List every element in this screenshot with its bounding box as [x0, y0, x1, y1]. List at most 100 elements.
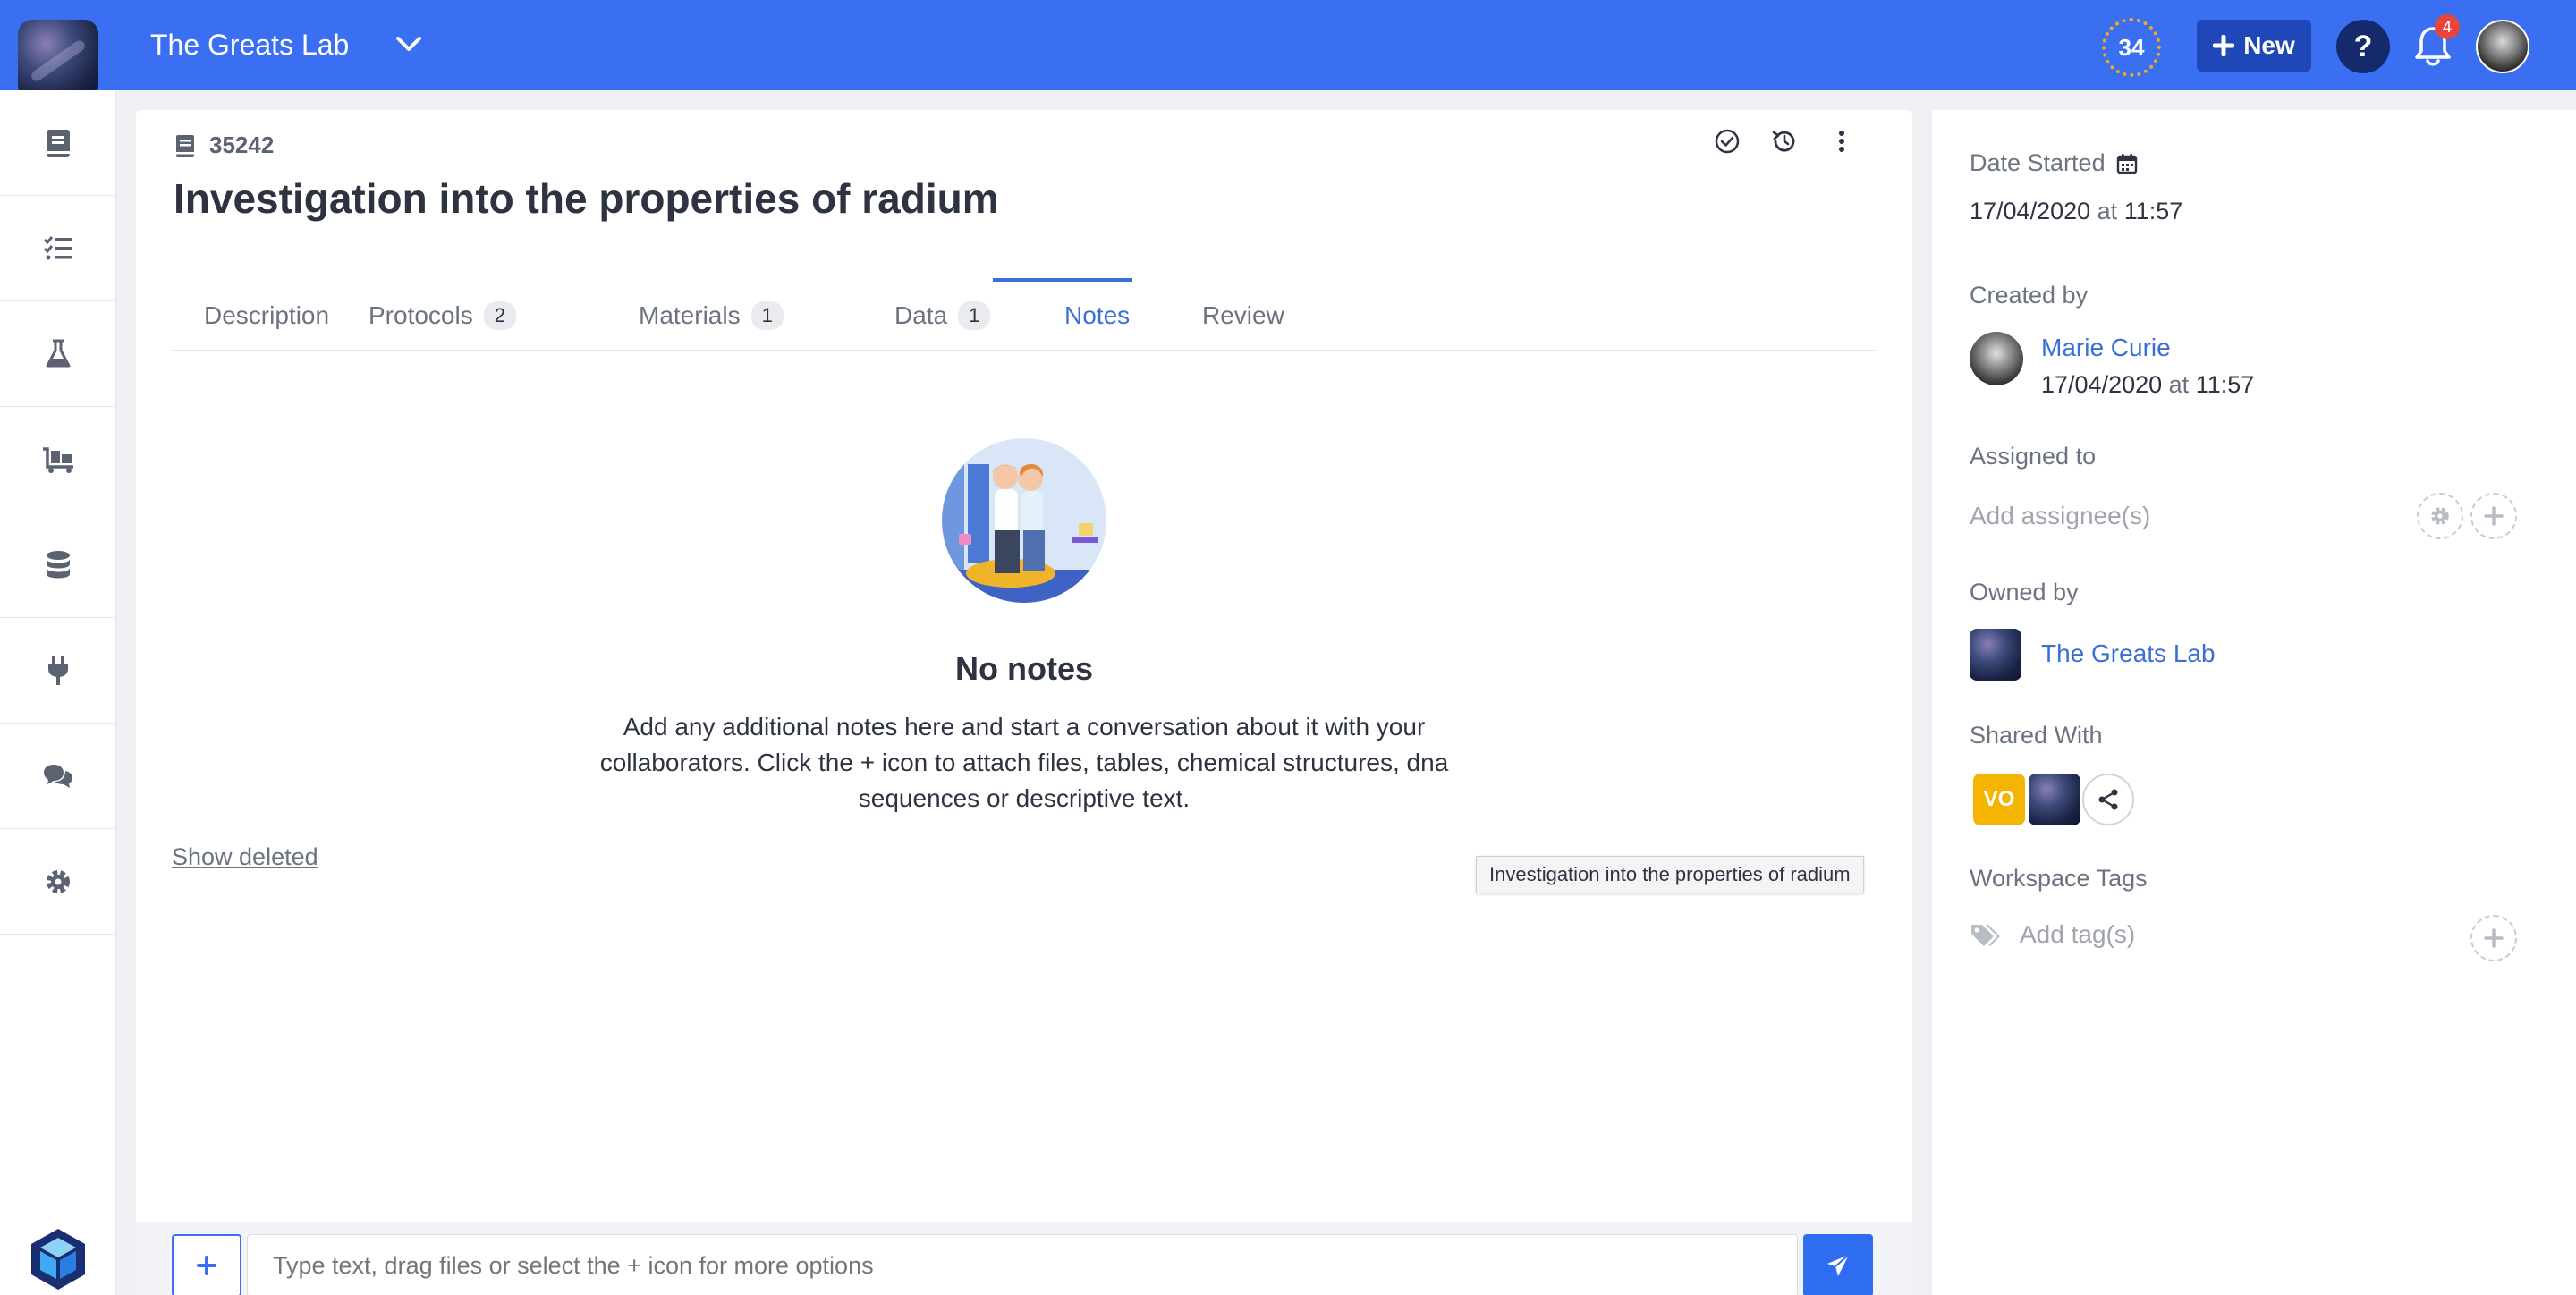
tab-label: Review [1202, 301, 1284, 329]
creator-info: Marie Curie 17/04/2020 at 11:57 [2041, 334, 2254, 399]
tab-notes[interactable]: Notes [1064, 280, 1130, 351]
tab-label: Protocols [369, 301, 473, 329]
sidebar [0, 90, 116, 1295]
date-text: 17/04/2020 [1970, 198, 2091, 224]
plus-icon [2213, 35, 2235, 56]
gear-icon [47, 869, 70, 893]
time-text: 11:57 [2195, 371, 2255, 398]
tab-protocols[interactable]: Protocols 2 [369, 280, 516, 351]
tab-data[interactable]: Data 1 [894, 280, 991, 351]
creator-name-link[interactable]: Marie Curie [2041, 334, 2254, 362]
assigned-to-label: Assigned to [1970, 443, 2097, 470]
at-text: at [2097, 198, 2118, 224]
sidebar-item-settings[interactable] [0, 829, 116, 935]
activity-counter[interactable]: 34 [2102, 18, 2161, 77]
tags-icon [1970, 922, 2000, 949]
notebook-icon [176, 134, 194, 157]
calendar-icon[interactable] [2116, 153, 2138, 174]
new-button[interactable]: New [2197, 20, 2311, 72]
shared-with-label: Shared With [1970, 722, 2103, 749]
tab-materials[interactable]: Materials 1 [639, 280, 784, 351]
creator-avatar [1970, 332, 2023, 385]
empty-notes-illustration [941, 437, 1107, 604]
label-text: Date Started [1970, 149, 2106, 176]
shared-workspace-avatar[interactable] [2029, 774, 2080, 825]
tab-count-badge: 1 [958, 301, 991, 330]
plus-icon [2484, 506, 2504, 526]
share-button[interactable] [2082, 774, 2134, 825]
owner-avatar [1970, 629, 2021, 681]
tab-label: Notes [1064, 301, 1131, 329]
top-bar [0, 0, 2576, 90]
app-logo-icon[interactable] [30, 1227, 87, 1291]
created-by-label: Created by [1970, 282, 2089, 309]
tab-label: Description [204, 301, 330, 329]
tab-label: Data [894, 301, 948, 329]
sidebar-item-database[interactable] [0, 512, 116, 618]
sidebar-item-inventory[interactable] [0, 407, 116, 512]
date-started-label: Date Started [1970, 149, 2138, 177]
entry-title: Investigation into the properties of rad… [174, 175, 999, 222]
entry-actions [1714, 128, 1855, 155]
chat-icon [44, 764, 72, 788]
notebook-icon [47, 129, 70, 157]
tab-count-badge: 2 [483, 301, 516, 330]
flask-icon [46, 339, 71, 367]
tab-review[interactable]: Review [1202, 280, 1284, 351]
entry-panel: 35242 Investigation into the properties … [136, 110, 1912, 1295]
new-button-label: New [2243, 31, 2295, 59]
workspace-name[interactable]: The Greats Lab [150, 29, 349, 62]
workspace-tags-label: Workspace Tags [1970, 865, 2148, 892]
attach-button[interactable] [172, 1234, 242, 1295]
help-button[interactable]: ? [2336, 20, 2390, 73]
note-input[interactable] [247, 1234, 1798, 1295]
sidebar-item-integrations[interactable] [0, 618, 116, 724]
plus-icon [197, 1256, 216, 1275]
date-started-value: 17/04/2020 at 11:57 [1970, 198, 2182, 225]
details-panel: Date Started 17/04/2020 at 11:57 Created… [1932, 110, 2576, 1295]
entry-id-text: 35242 [209, 131, 275, 158]
checklist-icon [43, 235, 72, 259]
tab-count-badge: 1 [750, 301, 784, 330]
sidebar-item-messages[interactable] [0, 724, 116, 829]
send-icon [1827, 1254, 1850, 1276]
title-tooltip: Investigation into the properties of rad… [1476, 856, 1864, 893]
add-assignee-button[interactable] [2470, 493, 2517, 539]
owned-by-label: Owned by [1970, 579, 2079, 605]
notification-badge: 4 [2435, 14, 2460, 39]
sidebar-item-notebook[interactable] [0, 90, 116, 196]
database-icon [47, 550, 70, 578]
date-text: 17/04/2020 [2041, 371, 2163, 398]
more-vertical-icon[interactable] [1828, 128, 1855, 155]
assignee-settings-button[interactable] [2417, 493, 2463, 539]
history-icon[interactable] [1771, 128, 1798, 155]
created-date: 17/04/2020 at 11:57 [2041, 371, 2254, 399]
plug-icon [48, 656, 68, 685]
sidebar-item-tasks[interactable] [0, 196, 116, 301]
active-tab-indicator [993, 278, 1132, 282]
chevron-down-icon[interactable] [395, 34, 422, 55]
sidebar-item-experiments[interactable] [0, 301, 116, 407]
note-composer [136, 1222, 1912, 1295]
send-button[interactable] [1803, 1234, 1873, 1295]
inventory-cart-icon [43, 446, 73, 473]
share-icon [2098, 789, 2118, 810]
check-circle-icon[interactable] [1714, 128, 1741, 155]
gear-icon [2431, 507, 2449, 525]
add-tag-placeholder[interactable]: Add tag(s) [2020, 920, 2135, 949]
user-avatar[interactable] [2476, 20, 2529, 73]
owner-name-link[interactable]: The Greats Lab [2041, 639, 2216, 668]
add-assignee-placeholder[interactable]: Add assignee(s) [1970, 502, 2150, 530]
add-tag-button[interactable] [2470, 915, 2517, 961]
workspace-logo[interactable] [18, 20, 98, 100]
entry-id: 35242 [175, 131, 274, 159]
tab-description[interactable]: Description [204, 280, 329, 351]
at-text: at [2168, 371, 2190, 398]
plus-icon [2484, 928, 2504, 948]
entry-tabs: Description Protocols 2 Materials 1 Data… [172, 280, 1877, 351]
tab-label: Materials [639, 301, 741, 329]
time-text: 11:57 [2123, 198, 2183, 224]
empty-state-title: No notes [954, 650, 1093, 687]
show-deleted-link[interactable]: Show deleted [172, 843, 318, 871]
shared-user-badge[interactable]: VO [1973, 774, 2025, 825]
